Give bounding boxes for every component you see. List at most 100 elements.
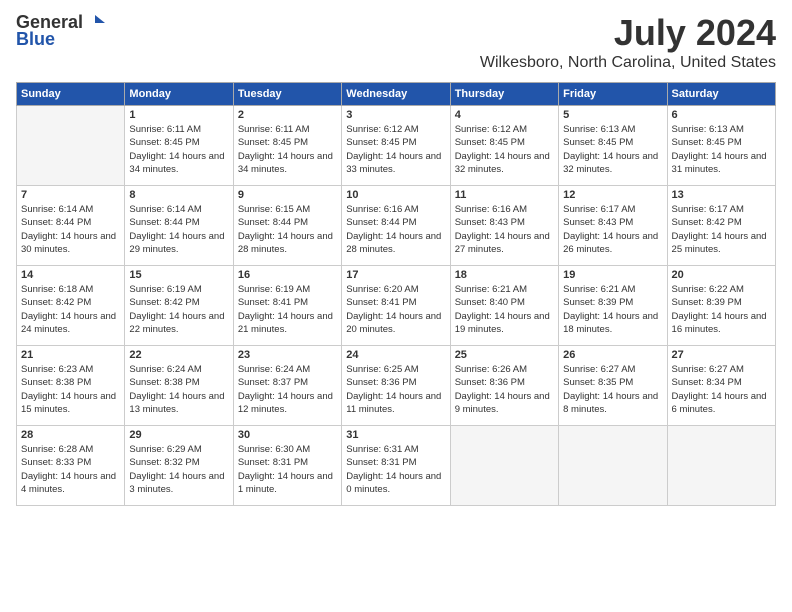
day-number: 10	[346, 189, 445, 201]
day-sunrise: Sunrise: 6:13 AM	[563, 124, 635, 135]
day-number: 9	[238, 189, 337, 201]
table-row	[17, 106, 125, 186]
table-row: 26 Sunrise: 6:27 AM Sunset: 8:35 PM Dayl…	[559, 346, 667, 426]
day-sunset: Sunset: 8:35 PM	[563, 377, 633, 388]
day-sunrise: Sunrise: 6:11 AM	[129, 124, 201, 135]
day-number: 17	[346, 269, 445, 281]
day-sunrise: Sunrise: 6:31 AM	[346, 444, 418, 455]
calendar-week-row: 7 Sunrise: 6:14 AM Sunset: 8:44 PM Dayli…	[17, 186, 776, 266]
day-sunrise: Sunrise: 6:12 AM	[455, 124, 527, 135]
day-number: 31	[346, 429, 445, 441]
day-sunrise: Sunrise: 6:30 AM	[238, 444, 310, 455]
day-daylight: Daylight: 14 hours and 13 minutes.	[129, 391, 224, 415]
day-sunset: Sunset: 8:43 PM	[563, 217, 633, 228]
day-sunset: Sunset: 8:45 PM	[346, 137, 416, 148]
day-sunrise: Sunrise: 6:19 AM	[129, 284, 201, 295]
day-sunset: Sunset: 8:41 PM	[238, 297, 308, 308]
header-wednesday: Wednesday	[342, 83, 450, 106]
day-daylight: Daylight: 14 hours and 34 minutes.	[238, 151, 333, 175]
table-row: 28 Sunrise: 6:28 AM Sunset: 8:33 PM Dayl…	[17, 426, 125, 506]
day-sunrise: Sunrise: 6:24 AM	[238, 364, 310, 375]
table-row: 13 Sunrise: 6:17 AM Sunset: 8:42 PM Dayl…	[667, 186, 775, 266]
day-sunset: Sunset: 8:45 PM	[563, 137, 633, 148]
day-sunrise: Sunrise: 6:16 AM	[455, 204, 527, 215]
table-row: 22 Sunrise: 6:24 AM Sunset: 8:38 PM Dayl…	[125, 346, 233, 426]
day-sunrise: Sunrise: 6:21 AM	[563, 284, 635, 295]
table-row: 29 Sunrise: 6:29 AM Sunset: 8:32 PM Dayl…	[125, 426, 233, 506]
day-daylight: Daylight: 14 hours and 18 minutes.	[563, 311, 658, 335]
table-row: 27 Sunrise: 6:27 AM Sunset: 8:34 PM Dayl…	[667, 346, 775, 426]
table-row: 11 Sunrise: 6:16 AM Sunset: 8:43 PM Dayl…	[450, 186, 558, 266]
day-sunset: Sunset: 8:38 PM	[21, 377, 91, 388]
table-row: 10 Sunrise: 6:16 AM Sunset: 8:44 PM Dayl…	[342, 186, 450, 266]
table-row: 16 Sunrise: 6:19 AM Sunset: 8:41 PM Dayl…	[233, 266, 341, 346]
header-monday: Monday	[125, 83, 233, 106]
header-saturday: Saturday	[667, 83, 775, 106]
day-sunrise: Sunrise: 6:23 AM	[21, 364, 93, 375]
day-daylight: Daylight: 14 hours and 0 minutes.	[346, 471, 441, 495]
day-sunset: Sunset: 8:40 PM	[455, 297, 525, 308]
logo-bird-icon	[85, 13, 105, 33]
day-sunrise: Sunrise: 6:27 AM	[672, 364, 744, 375]
day-sunset: Sunset: 8:38 PM	[129, 377, 199, 388]
day-sunset: Sunset: 8:42 PM	[672, 217, 742, 228]
table-row: 25 Sunrise: 6:26 AM Sunset: 8:36 PM Dayl…	[450, 346, 558, 426]
day-sunset: Sunset: 8:43 PM	[455, 217, 525, 228]
page: General Blue July 2024 Wilkesboro, North…	[0, 0, 792, 612]
title-area: July 2024 Wilkesboro, North Carolina, Un…	[480, 12, 776, 72]
calendar-week-row: 28 Sunrise: 6:28 AM Sunset: 8:33 PM Dayl…	[17, 426, 776, 506]
table-row: 14 Sunrise: 6:18 AM Sunset: 8:42 PM Dayl…	[17, 266, 125, 346]
day-number: 2	[238, 109, 337, 121]
day-daylight: Daylight: 14 hours and 22 minutes.	[129, 311, 224, 335]
day-daylight: Daylight: 14 hours and 19 minutes.	[455, 311, 550, 335]
day-number: 19	[563, 269, 662, 281]
table-row: 7 Sunrise: 6:14 AM Sunset: 8:44 PM Dayli…	[17, 186, 125, 266]
day-number: 16	[238, 269, 337, 281]
logo-blue: Blue	[16, 29, 55, 50]
table-row: 9 Sunrise: 6:15 AM Sunset: 8:44 PM Dayli…	[233, 186, 341, 266]
header-sunday: Sunday	[17, 83, 125, 106]
calendar-week-row: 1 Sunrise: 6:11 AM Sunset: 8:45 PM Dayli…	[17, 106, 776, 186]
day-daylight: Daylight: 14 hours and 16 minutes.	[672, 311, 767, 335]
header-thursday: Thursday	[450, 83, 558, 106]
table-row: 18 Sunrise: 6:21 AM Sunset: 8:40 PM Dayl…	[450, 266, 558, 346]
day-daylight: Daylight: 14 hours and 8 minutes.	[563, 391, 658, 415]
day-sunset: Sunset: 8:45 PM	[455, 137, 525, 148]
day-number: 27	[672, 349, 771, 361]
table-row: 6 Sunrise: 6:13 AM Sunset: 8:45 PM Dayli…	[667, 106, 775, 186]
day-sunrise: Sunrise: 6:27 AM	[563, 364, 635, 375]
day-sunrise: Sunrise: 6:13 AM	[672, 124, 744, 135]
day-sunset: Sunset: 8:42 PM	[129, 297, 199, 308]
calendar-week-row: 21 Sunrise: 6:23 AM Sunset: 8:38 PM Dayl…	[17, 346, 776, 426]
day-sunset: Sunset: 8:32 PM	[129, 457, 199, 468]
day-sunrise: Sunrise: 6:29 AM	[129, 444, 201, 455]
day-number: 26	[563, 349, 662, 361]
subtitle: Wilkesboro, North Carolina, United State…	[480, 54, 776, 72]
day-sunrise: Sunrise: 6:16 AM	[346, 204, 418, 215]
header-tuesday: Tuesday	[233, 83, 341, 106]
header-friday: Friday	[559, 83, 667, 106]
day-sunset: Sunset: 8:44 PM	[238, 217, 308, 228]
table-row: 4 Sunrise: 6:12 AM Sunset: 8:45 PM Dayli…	[450, 106, 558, 186]
day-sunrise: Sunrise: 6:19 AM	[238, 284, 310, 295]
day-daylight: Daylight: 14 hours and 27 minutes.	[455, 231, 550, 255]
day-daylight: Daylight: 14 hours and 29 minutes.	[129, 231, 224, 255]
day-daylight: Daylight: 14 hours and 32 minutes.	[455, 151, 550, 175]
day-number: 29	[129, 429, 228, 441]
table-row: 17 Sunrise: 6:20 AM Sunset: 8:41 PM Dayl…	[342, 266, 450, 346]
day-daylight: Daylight: 14 hours and 25 minutes.	[672, 231, 767, 255]
table-row: 24 Sunrise: 6:25 AM Sunset: 8:36 PM Dayl…	[342, 346, 450, 426]
day-sunset: Sunset: 8:31 PM	[238, 457, 308, 468]
day-daylight: Daylight: 14 hours and 15 minutes.	[21, 391, 116, 415]
day-number: 21	[21, 349, 120, 361]
day-number: 3	[346, 109, 445, 121]
day-number: 24	[346, 349, 445, 361]
table-row	[450, 426, 558, 506]
day-daylight: Daylight: 14 hours and 20 minutes.	[346, 311, 441, 335]
calendar-table: Sunday Monday Tuesday Wednesday Thursday…	[16, 82, 776, 506]
day-sunset: Sunset: 8:44 PM	[346, 217, 416, 228]
day-daylight: Daylight: 14 hours and 21 minutes.	[238, 311, 333, 335]
logo: General Blue	[16, 12, 105, 50]
table-row: 12 Sunrise: 6:17 AM Sunset: 8:43 PM Dayl…	[559, 186, 667, 266]
day-sunset: Sunset: 8:39 PM	[672, 297, 742, 308]
